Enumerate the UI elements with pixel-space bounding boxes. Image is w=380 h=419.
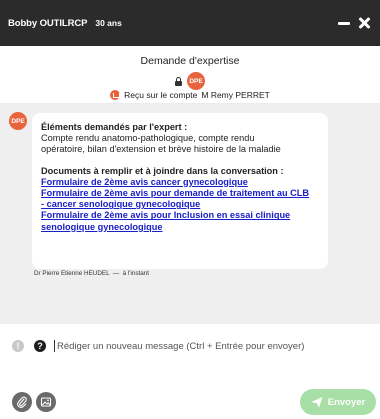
patient-age: 30 ans bbox=[95, 18, 122, 28]
close-icon[interactable] bbox=[358, 17, 370, 29]
attach-button[interactable] bbox=[12, 392, 32, 412]
compose-row: ! ? bbox=[0, 328, 380, 364]
chat-area[interactable]: DPE Éléments demandés par l'expert : Com… bbox=[0, 104, 380, 324]
received-prefix: Reçu sur le compte bbox=[124, 90, 198, 100]
message-time: à l'instant bbox=[122, 270, 150, 277]
form-link-essai-clinique[interactable]: senologique gynecologique bbox=[41, 222, 320, 233]
requested-text-line: Compte rendu anatomo-pathologique, compt… bbox=[41, 133, 255, 144]
paper-plane-icon bbox=[311, 397, 323, 408]
received-info: Reçu sur le compte M Remy PERRET bbox=[0, 90, 380, 100]
send-label: Envoyer bbox=[327, 396, 366, 408]
received-account: M Remy PERRET bbox=[201, 90, 270, 100]
lock-icon bbox=[175, 76, 182, 86]
info-icon[interactable]: ! bbox=[12, 340, 24, 352]
requested-heading: Éléments demandés par l'expert : bbox=[41, 122, 188, 132]
form-link-traitement-clb[interactable]: - cancer senologique gynecologique bbox=[41, 199, 320, 210]
page-title: Demande d'expertise bbox=[140, 55, 240, 67]
message-meta: Dr Pierre Etienne HEUDEL — à l'instant bbox=[34, 270, 150, 277]
paperclip-icon bbox=[17, 396, 27, 408]
avatar: DPE bbox=[187, 72, 205, 90]
help-icon[interactable]: ? bbox=[34, 340, 46, 352]
image-button[interactable] bbox=[36, 392, 56, 412]
patient-name: Bobby OUTILRCP bbox=[8, 17, 88, 29]
message-input[interactable] bbox=[54, 340, 354, 352]
image-icon bbox=[40, 397, 52, 407]
form-link-essai-clinique[interactable]: Formulaire de 2ème avis pour Inclusion e… bbox=[41, 210, 320, 221]
message-author: Dr Pierre Etienne HEUDEL bbox=[34, 270, 110, 277]
window-actions bbox=[338, 17, 370, 29]
conversation-header: Demande d'expertise DPE Reçu sur le comp… bbox=[0, 46, 380, 104]
bottom-toolbar: Envoyer bbox=[0, 387, 380, 419]
message-avatar: DPE bbox=[9, 112, 27, 130]
form-link-cancer-gyneco[interactable]: Formulaire de 2ème avis cancer gynecolog… bbox=[41, 177, 320, 188]
top-bar: Bobby OUTILRCP 30 ans bbox=[0, 0, 380, 46]
documents-heading: Documents à remplir et à joindre dans la… bbox=[41, 165, 284, 176]
form-link-traitement-clb[interactable]: Formulaire de 2ème avis pour demande de … bbox=[41, 188, 320, 199]
status-row: DPE bbox=[0, 72, 380, 90]
requested-text-line: opératoire, bilan d'extension et brève h… bbox=[41, 144, 281, 155]
send-button[interactable]: Envoyer bbox=[300, 389, 376, 415]
message-bubble: Éléments demandés par l'expert : Compte … bbox=[32, 113, 328, 269]
minimize-icon[interactable] bbox=[338, 21, 350, 25]
inbox-icon bbox=[110, 90, 121, 100]
